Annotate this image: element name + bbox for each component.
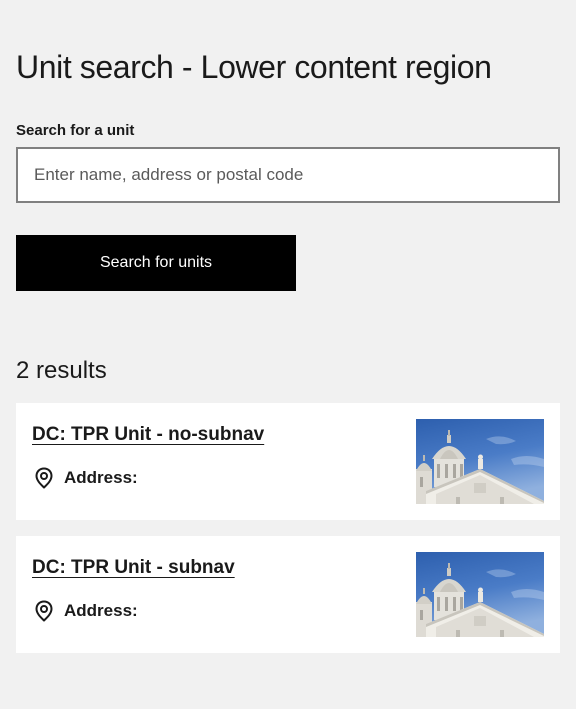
result-card: DC: TPR Unit - subnav Address: <box>16 536 560 653</box>
result-title-link[interactable]: DC: TPR Unit - no-subnav <box>32 423 264 447</box>
search-button[interactable]: Search for units <box>16 235 296 291</box>
address-label: Address: <box>64 601 138 620</box>
cathedral-image <box>416 552 544 637</box>
result-card: DC: TPR Unit - no-subnav Address: <box>16 403 560 520</box>
results-count: 2 results <box>16 357 107 384</box>
page-title: Unit search - Lower content region <box>16 49 492 85</box>
result-title-link[interactable]: DC: TPR Unit - subnav <box>32 556 235 580</box>
address-row: Address: <box>32 599 138 623</box>
location-pin-icon <box>32 466 56 490</box>
search-label: Search for a unit <box>16 122 135 139</box>
location-pin-icon <box>32 599 56 623</box>
address-row: Address: <box>32 466 138 490</box>
address-label: Address: <box>64 468 138 487</box>
cathedral-image <box>416 419 544 504</box>
search-input[interactable] <box>16 147 560 203</box>
